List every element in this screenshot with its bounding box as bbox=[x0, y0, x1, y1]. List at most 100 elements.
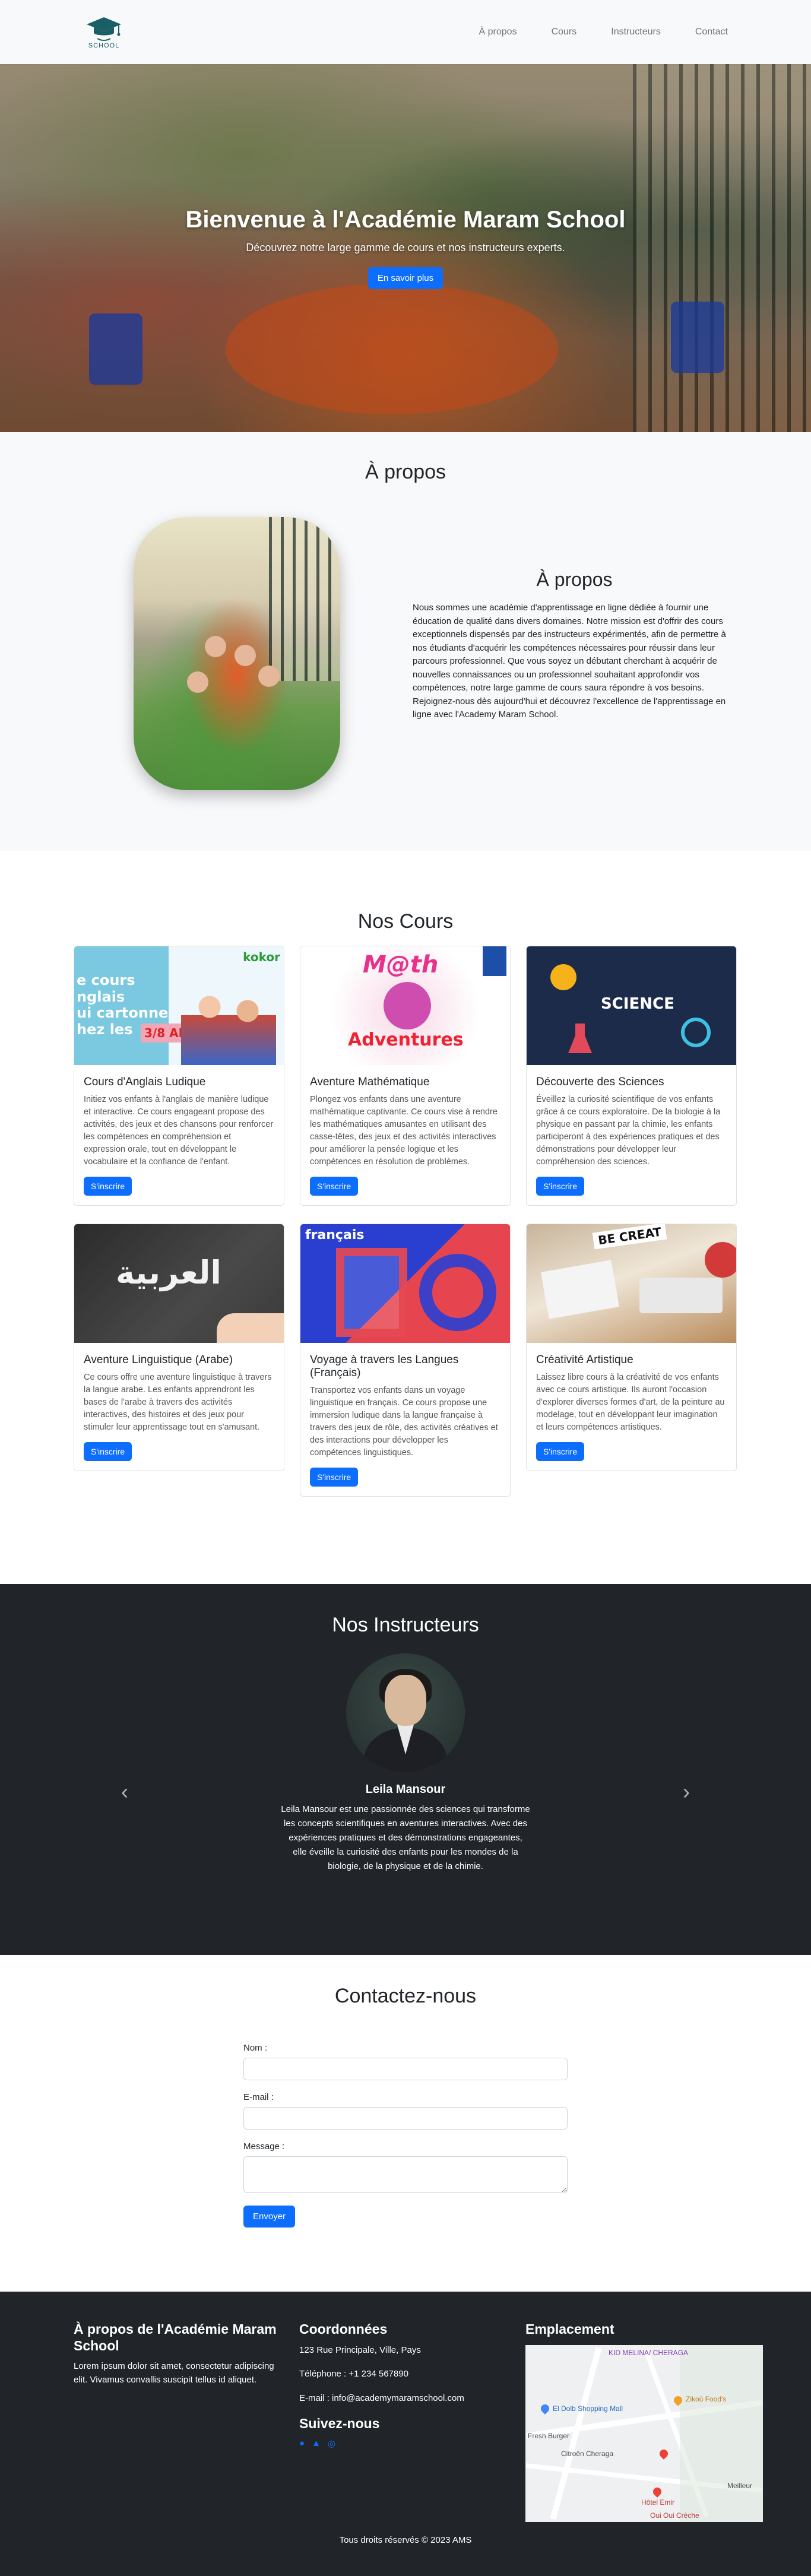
footer-address: 123 Rue Principale, Ville, Pays bbox=[299, 2344, 421, 2355]
footer-about-column: À propos de l'Académie Maram School Lore… bbox=[74, 2321, 284, 2387]
english-image-line: nglais bbox=[77, 988, 125, 1005]
course-card: العربية Aventure Linguistique (Arabe) Ce… bbox=[74, 1224, 284, 1472]
navbar: SCHOOL À propos Cours Instructeurs Conta… bbox=[0, 0, 811, 64]
course-card-body: Découverte des Sciences Éveillez la curi… bbox=[527, 1065, 736, 1205]
enroll-button[interactable]: S'inscrire bbox=[84, 1177, 132, 1196]
enroll-button[interactable]: S'inscrire bbox=[310, 1468, 359, 1487]
course-card-body: Voyage à travers les Langues (Français) … bbox=[300, 1343, 510, 1496]
course-title: Aventure Mathématique bbox=[310, 1076, 430, 1088]
nav-link-contact[interactable]: Contact bbox=[695, 27, 728, 37]
course-description: Laissez libre cours à la créativité de v… bbox=[536, 1373, 725, 1433]
about-heading: À propos bbox=[365, 461, 446, 483]
kokor-logo: kokor bbox=[243, 950, 280, 964]
dragon-illustration bbox=[384, 982, 431, 1029]
flask-icon bbox=[568, 1024, 592, 1053]
instructor-avatar bbox=[346, 1653, 465, 1772]
map-label: Fresh Burger bbox=[528, 2431, 570, 2440]
nav-links: À propos Cours Instructeurs Contact bbox=[479, 27, 728, 37]
map-label: Hôtel Emir bbox=[641, 2498, 675, 2507]
map-pin-icon bbox=[651, 2485, 663, 2498]
instagram-icon[interactable]: ◎ bbox=[328, 2438, 335, 2449]
map-label: El Dolb Shopping Mall bbox=[553, 2404, 623, 2413]
english-image-line: ui cartonne bbox=[77, 1005, 169, 1022]
send-button[interactable]: Envoyer bbox=[243, 2206, 296, 2228]
course-description: Initiez vos enfants à l'anglais de maniè… bbox=[84, 1095, 274, 1167]
courses-grid: e cours nglais ui cartonne hez les 3/8 A… bbox=[74, 946, 737, 1497]
footer-email: E-mail : info@academymaramschool.com bbox=[299, 2393, 464, 2403]
about-text-block: À propos Nous sommes une académie d'appr… bbox=[413, 569, 736, 722]
course-card-body: Aventure Linguistique (Arabe) Ce cours o… bbox=[74, 1343, 284, 1471]
hero-title: Bienvenue à l'Académie Maram School bbox=[185, 207, 626, 233]
course-card-body: Aventure Mathématique Plongez vos enfant… bbox=[300, 1065, 510, 1205]
location-map[interactable]: KID MELINA/ CHERAGA El Dolb Shopping Mal… bbox=[525, 2344, 763, 2522]
hero-content: Bienvenue à l'Académie Maram School Déco… bbox=[0, 207, 811, 289]
about-description: Nous sommes une académie d'apprentissage… bbox=[413, 603, 726, 720]
graduation-cap-icon bbox=[87, 17, 121, 41]
hero-section: Bienvenue à l'Académie Maram School Déco… bbox=[0, 64, 811, 432]
social-links: ● ▲ ◎ bbox=[299, 2438, 510, 2449]
gate-decoration bbox=[269, 517, 340, 681]
footer: À propos de l'Académie Maram School Lore… bbox=[0, 2292, 811, 2576]
carousel-next-button[interactable]: › bbox=[674, 1779, 698, 1804]
map-label: KID MELINA/ CHERAGA bbox=[609, 2348, 689, 2357]
message-label: Message : bbox=[243, 2141, 285, 2152]
about-subheading: À propos bbox=[536, 569, 613, 590]
course-card-body: Créativité Artistique Laissez libre cour… bbox=[527, 1343, 736, 1471]
footer-about-title: À propos de l'Académie Maram School bbox=[74, 2321, 277, 2353]
school-logo[interactable]: SCHOOL bbox=[83, 15, 125, 49]
course-title: Cours d'Anglais Ludique bbox=[84, 1076, 206, 1088]
name-label: Nom : bbox=[243, 2043, 268, 2053]
french-image-title: français bbox=[305, 1228, 365, 1243]
footer-contact-column: Coordonnées 123 Rue Principale, Ville, P… bbox=[299, 2321, 510, 2449]
kid-decoration bbox=[235, 645, 256, 666]
contact-form: Nom : E-mail : Message : Envoyer bbox=[243, 2043, 568, 2228]
french-letters-image: français bbox=[300, 1224, 510, 1344]
art-desk-image: BE CREAT bbox=[527, 1224, 736, 1344]
nav-link-instructors[interactable]: Instructeurs bbox=[611, 27, 661, 37]
course-description: Ce cours offre une aventure linguistique… bbox=[84, 1373, 272, 1433]
map-label: Meilleur bbox=[727, 2481, 753, 2490]
enroll-button[interactable]: S'inscrire bbox=[536, 1442, 585, 1462]
carousel-prev-button[interactable]: ‹ bbox=[113, 1779, 137, 1804]
kid-decoration bbox=[205, 636, 226, 657]
contact-heading: Contactez-nous bbox=[334, 1985, 477, 2007]
map-pin-icon bbox=[539, 2402, 551, 2415]
message-textarea[interactable] bbox=[243, 2156, 568, 2193]
atom-icon bbox=[681, 1018, 711, 1047]
footer-map-title: Emplacement bbox=[525, 2321, 614, 2337]
hero-subtitle: Découvrez notre large gamme de cours et … bbox=[246, 242, 565, 254]
learn-more-button[interactable]: En savoir plus bbox=[368, 267, 443, 289]
twitter-icon[interactable]: ▲ bbox=[312, 2438, 321, 2449]
math-image-title: M@th bbox=[363, 951, 439, 978]
course-title: Voyage à travers les Langues (Français) bbox=[310, 1354, 459, 1380]
course-description: Plongez vos enfants dans une aventure ma… bbox=[310, 1095, 498, 1167]
chevron-left-icon: ‹ bbox=[121, 1779, 128, 1804]
course-card: français Voyage à travers les Langues (F… bbox=[300, 1224, 511, 1497]
keyboard-decoration bbox=[639, 1278, 723, 1314]
enroll-button[interactable]: S'inscrire bbox=[536, 1177, 585, 1196]
course-card-body: Cours d'Anglais Ludique Initiez vos enfa… bbox=[74, 1065, 284, 1205]
instructor-bio: Leila Mansour est une passionnée des sci… bbox=[281, 1804, 530, 1871]
hand-illustration bbox=[217, 1313, 284, 1344]
enroll-button[interactable]: S'inscrire bbox=[310, 1177, 359, 1196]
courses-heading: Nos Cours bbox=[357, 910, 454, 933]
map-pin-icon bbox=[658, 2447, 670, 2460]
footer-follow-title: Suivez-nous bbox=[299, 2416, 380, 2432]
course-card: M@th Adventures Aventure Mathématique Pl… bbox=[300, 946, 511, 1206]
planet-icon bbox=[550, 964, 576, 990]
about-classroom-image bbox=[134, 517, 340, 790]
email-input[interactable] bbox=[243, 2107, 568, 2130]
nav-link-about[interactable]: À propos bbox=[479, 27, 517, 37]
name-input[interactable] bbox=[243, 2058, 568, 2080]
course-title: Créativité Artistique bbox=[536, 1354, 633, 1367]
children-illustration bbox=[181, 982, 276, 1065]
course-description: Transportez vos enfants dans un voyage l… bbox=[310, 1386, 498, 1458]
instructors-heading: Nos Instructeurs bbox=[332, 1614, 479, 1636]
math-adventure-image: M@th Adventures bbox=[300, 946, 510, 1065]
avatar-face bbox=[385, 1675, 426, 1726]
level-tab-decoration bbox=[483, 946, 506, 976]
facebook-icon[interactable]: ● bbox=[299, 2438, 305, 2449]
contact-section: Contactez-nous Nom : E-mail : Message : … bbox=[0, 1955, 811, 2292]
enroll-button[interactable]: S'inscrire bbox=[84, 1442, 132, 1462]
nav-link-courses[interactable]: Cours bbox=[552, 27, 577, 37]
